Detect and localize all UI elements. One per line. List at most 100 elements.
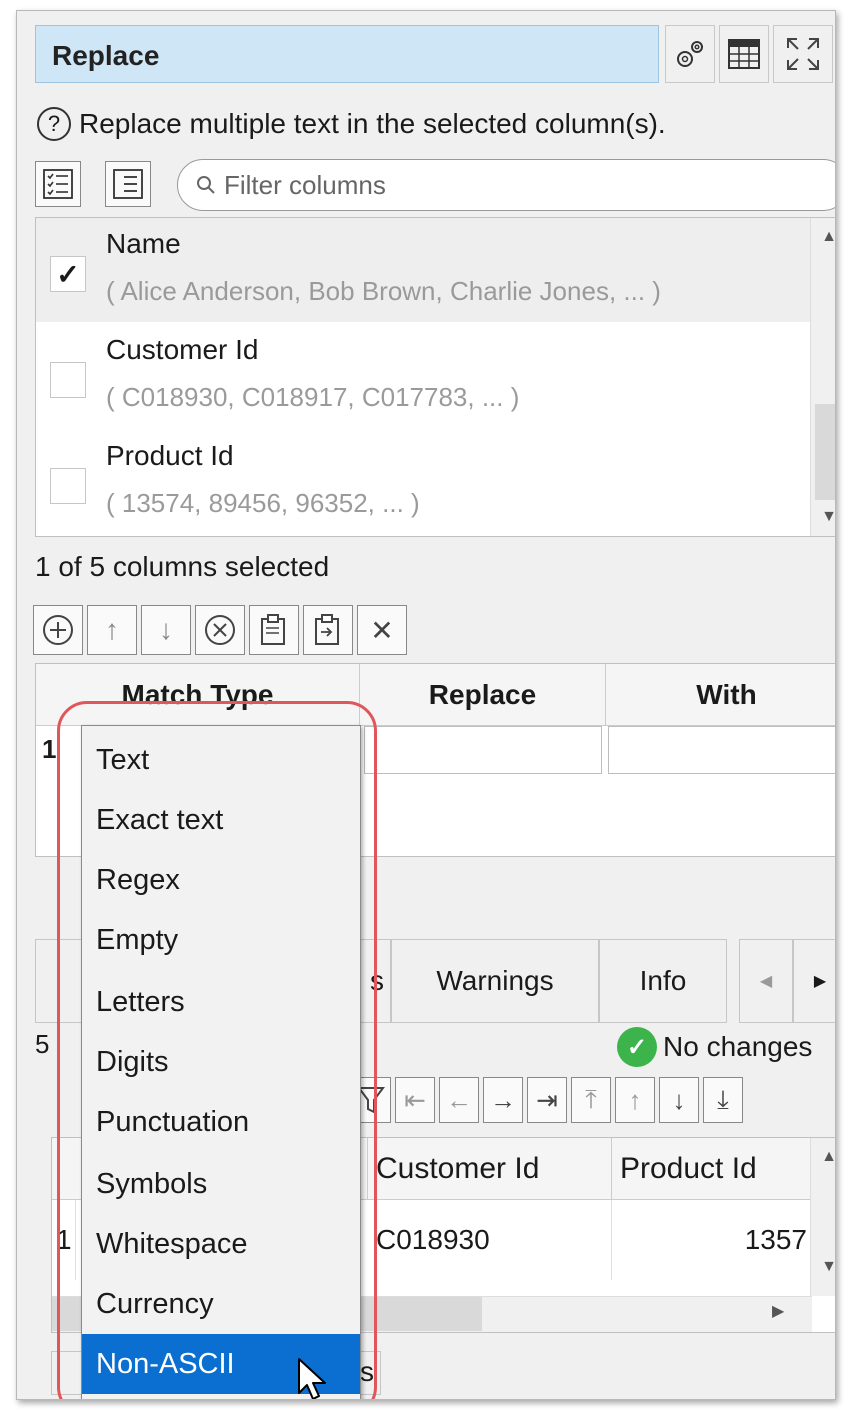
replace-panel: Replace ? Replace multiple text in the s… [16, 10, 836, 1400]
menu-item-letters[interactable]: Letters [82, 972, 360, 1032]
add-rule-button[interactable] [33, 605, 83, 655]
gears-icon [677, 41, 703, 67]
menu-item-text[interactable]: Text [82, 730, 360, 790]
prev-column-button[interactable]: ← [439, 1077, 479, 1123]
select-none-button[interactable] [105, 161, 151, 207]
menu-item-digits[interactable]: Digits [82, 1032, 360, 1092]
arrow-up-icon: ↑ [105, 614, 119, 645]
next-column-button[interactable]: → [483, 1077, 523, 1123]
next-row-button[interactable]: ↓ [659, 1077, 699, 1123]
close-icon: ✕ [370, 614, 394, 646]
expand-button[interactable] [773, 25, 833, 83]
prev-row-button[interactable]: ↑ [615, 1077, 655, 1123]
menu-item-exact-text[interactable]: Exact text [82, 790, 360, 850]
arrow-to-end-icon: ⇥ [536, 1084, 558, 1115]
import-button[interactable] [303, 605, 353, 655]
last-column-button[interactable]: ⇥ [527, 1077, 567, 1123]
arrow-to-start-icon: ⇤ [404, 1084, 426, 1115]
grid-vscrollbar[interactable]: ▲ ▼ [810, 1138, 835, 1296]
move-up-button[interactable]: ↑ [87, 605, 137, 655]
scroll-thumb[interactable] [815, 404, 835, 500]
arrow-down-icon: ↓ [159, 614, 173, 645]
arrow-left-icon: ← [446, 1084, 472, 1115]
column-checkbox[interactable] [50, 362, 86, 398]
column-checkbox[interactable] [50, 468, 86, 504]
tab-scroll-left[interactable]: ◀ [739, 939, 793, 1023]
header-with[interactable]: With [606, 664, 835, 726]
menu-item-currency[interactable]: Currency [82, 1274, 360, 1334]
with-cell[interactable] [608, 726, 835, 774]
column-list[interactable]: ✓ Name ( Alice Anderson, Bob Brown, Char… [35, 217, 835, 537]
tab-warnings[interactable]: Warnings [391, 939, 599, 1023]
column-item-customer-id[interactable]: Customer Id ( C018930, C018917, C017783,… [36, 324, 812, 428]
rules-toolbar: ↑ ↓ ✕ [33, 605, 407, 655]
column-checkbox[interactable]: ✓ [50, 256, 86, 292]
mouse-cursor-icon [298, 1358, 326, 1399]
scroll-up-arrow[interactable]: ▲ [811, 1142, 835, 1172]
arrow-down-icon: ↓ [672, 1084, 686, 1115]
replace-cell[interactable] [364, 726, 602, 774]
arrow-right-icon: → [490, 1084, 516, 1115]
arrow-to-top-icon: ⤒ [585, 1084, 597, 1114]
last-row-button[interactable]: ⤓ [703, 1077, 743, 1123]
status-badge: ✓ No changes [617, 1027, 812, 1067]
first-row-button[interactable]: ⤒ [571, 1077, 611, 1123]
menu-item-empty[interactable]: Empty [82, 910, 360, 970]
filter-columns-input[interactable]: Filter columns [177, 159, 835, 211]
menu-item-regex[interactable]: Regex [82, 850, 360, 910]
help-text: Replace multiple text in the selected co… [79, 108, 666, 139]
cell-product-id[interactable]: 1357 [612, 1200, 812, 1280]
move-down-button[interactable]: ↓ [141, 605, 191, 655]
tab-scroll-right[interactable]: ▶ [793, 939, 835, 1023]
scroll-right-arrow[interactable]: ▶ [772, 1301, 784, 1321]
clipboard-import-icon [315, 614, 339, 645]
column-name: Customer Id [106, 334, 259, 365]
menu-item-whitespace[interactable]: Whitespace [82, 1214, 360, 1274]
help-icon[interactable]: ? [37, 107, 71, 141]
arrow-to-bottom-icon: ⤓ [717, 1084, 729, 1114]
column-name: Product Id [106, 440, 234, 471]
first-column-button[interactable]: ⇤ [395, 1077, 435, 1123]
panel-title-bar: Replace [35, 25, 659, 83]
status-text: No changes [663, 1031, 813, 1062]
match-type-menu[interactable]: Text Exact text Regex Empty Letters Digi… [81, 725, 361, 1399]
column-sample: ( 13574, 89456, 96352, ... ) [106, 488, 420, 518]
filter-placeholder: Filter columns [224, 169, 386, 200]
menu-item-punctuation[interactable]: Punctuation [82, 1092, 360, 1152]
column-item-name[interactable]: ✓ Name ( Alice Anderson, Bob Brown, Char… [36, 218, 812, 322]
paste-button[interactable] [249, 605, 299, 655]
table-icon [728, 39, 760, 69]
plus-circle-icon [43, 615, 73, 645]
menu-item-symbols[interactable]: Symbols [82, 1154, 360, 1214]
arrow-up-icon: ↑ [628, 1084, 642, 1115]
row-number: 1 [42, 734, 57, 764]
cell-customer-id[interactable]: C018930 [368, 1200, 612, 1280]
settings-button[interactable] [665, 25, 715, 83]
clipboard-icon [261, 614, 285, 645]
panel-title: Replace [52, 40, 160, 71]
check-circle-icon: ✓ [617, 1027, 657, 1067]
header-replace[interactable]: Replace [360, 664, 606, 726]
checklist-icon [43, 169, 73, 199]
column-sample: ( Alice Anderson, Bob Brown, Charlie Jon… [106, 276, 661, 306]
header-product-id[interactable]: Product Id [612, 1138, 812, 1200]
selection-status: 1 of 5 columns selected [35, 551, 330, 582]
remove-rule-button[interactable] [195, 605, 245, 655]
column-sample: ( C018930, C018917, C017783, ... ) [106, 382, 520, 412]
table-view-button[interactable] [719, 25, 769, 83]
clear-button[interactable]: ✕ [357, 605, 407, 655]
search-icon [197, 176, 215, 194]
x-circle-icon [205, 615, 235, 645]
scroll-down-arrow[interactable]: ▼ [811, 1252, 835, 1282]
status-count: 5 [35, 1029, 50, 1059]
column-item-product-id[interactable]: Product Id ( 13574, 89456, 96352, ... ) [36, 430, 812, 534]
scroll-up-arrow[interactable]: ▲ [811, 222, 835, 252]
scroll-down-arrow[interactable]: ▼ [811, 502, 835, 532]
select-all-button[interactable] [35, 161, 81, 207]
expand-icon [787, 38, 819, 70]
column-name: Name [106, 228, 181, 259]
tab-info[interactable]: Info [599, 939, 727, 1023]
help-line: ? Replace multiple text in the selected … [37, 107, 666, 141]
column-list-scrollbar[interactable]: ▲ ▼ [810, 218, 835, 536]
header-customer-id[interactable]: Customer Id [368, 1138, 612, 1200]
